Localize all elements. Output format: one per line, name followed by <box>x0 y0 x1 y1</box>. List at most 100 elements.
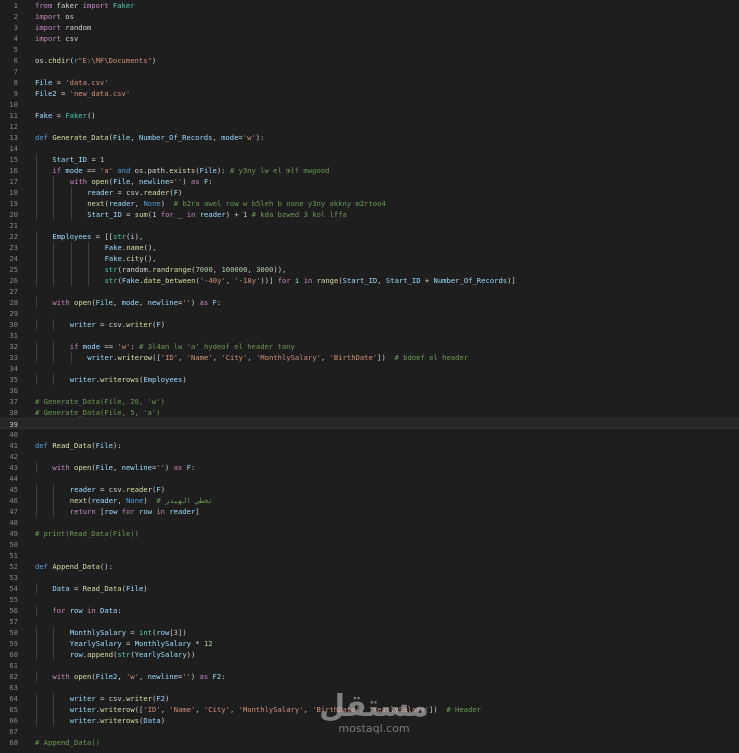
code-line[interactable]: 9 File2 = 'new_data.csv' <box>0 88 739 99</box>
code-line[interactable]: 36 <box>0 385 739 396</box>
code-text[interactable]: with open(File2, 'w', newline='') as F2: <box>52 671 225 682</box>
code-line[interactable]: 50 <box>0 539 739 550</box>
code-line[interactable]: 8 File = 'data.csv' <box>0 77 739 88</box>
code-text[interactable]: import os <box>35 11 74 22</box>
code-line[interactable]: 37 # Generate_Data(File, 20, 'w') <box>0 396 739 407</box>
code-text[interactable]: writer = csv.writer(F) <box>70 319 165 330</box>
code-line[interactable]: 43 with open(File, newline='') as F: <box>0 462 739 473</box>
code-line[interactable]: 2 import os <box>0 11 739 22</box>
code-text[interactable]: MonthlySalary = int(row[3]) <box>70 627 187 638</box>
code-line[interactable]: 51 <box>0 550 739 561</box>
code-text[interactable]: File = 'data.csv' <box>35 77 109 88</box>
code-text[interactable]: Start_ID = sum(1 for _ in reader) + 1 # … <box>87 209 347 220</box>
code-line[interactable]: 48 <box>0 517 739 528</box>
code-text[interactable]: Fake.city(), <box>105 253 157 264</box>
code-text[interactable]: with open(File, mode, newline='') as F: <box>52 297 221 308</box>
code-line[interactable]: 55 <box>0 594 739 605</box>
code-line[interactable]: 26 str(Fake.date_between('-40y', '-18y'))… <box>0 275 739 286</box>
code-line[interactable]: 11 Fake = Faker() <box>0 110 739 121</box>
code-line[interactable]: 33 writer.writerow(['ID', 'Name', 'City',… <box>0 352 739 363</box>
code-line[interactable]: 42 <box>0 451 739 462</box>
code-text[interactable]: Fake.name(), <box>105 242 157 253</box>
code-text[interactable]: # Append_Data() <box>35 737 100 748</box>
code-line[interactable]: 1 from faker import Faker <box>0 0 739 11</box>
code-line[interactable]: 49 # print(Read_Data(File)) <box>0 528 739 539</box>
code-line[interactable]: 17 with open(File, newline='') as F: <box>0 176 739 187</box>
code-line[interactable]: 27 <box>0 286 739 297</box>
code-line[interactable]: 47 return [row for row in reader] <box>0 506 739 517</box>
code-text[interactable]: Fake = Faker() <box>35 110 96 121</box>
code-text[interactable]: def Append_Data(): <box>35 561 113 572</box>
code-line[interactable]: 52 def Append_Data(): <box>0 561 739 572</box>
code-text[interactable]: str(random.randrange(7000, 100000, 3000)… <box>105 264 287 275</box>
code-text[interactable]: File2 = 'new_data.csv' <box>35 88 130 99</box>
code-line[interactable]: 40 <box>0 429 739 440</box>
code-text[interactable]: YearlySalary = MonthlySalary * 12 <box>70 638 213 649</box>
code-text[interactable]: writer.writerows(Data) <box>70 715 165 726</box>
code-line[interactable]: 31 <box>0 330 739 341</box>
code-line[interactable]: 68 # Append_Data() <box>0 737 739 748</box>
code-text[interactable]: from faker import Faker <box>35 0 135 11</box>
code-text[interactable]: next(reader, None) # b2ra awel row w b5l… <box>87 198 386 209</box>
code-line[interactable]: 19 next(reader, None) # b2ra awel row w b… <box>0 198 739 209</box>
code-line[interactable]: 32 if mode == 'w': # 3l4an lw 'a' hydeof … <box>0 341 739 352</box>
code-text[interactable]: def Generate_Data(File, Number_Of_Record… <box>35 132 264 143</box>
code-line[interactable]: 7 <box>0 66 739 77</box>
code-line[interactable]: 4 import csv <box>0 33 739 44</box>
code-line[interactable]: 56 for row in Data: <box>0 605 739 616</box>
code-text[interactable]: # Generate_Data(File, 5, 'a') <box>35 407 161 418</box>
code-line[interactable]: 53 <box>0 572 739 583</box>
code-line[interactable]: 6 os.chdir(r"E:\MF\Documents") <box>0 55 739 66</box>
code-text[interactable]: import random <box>35 22 91 33</box>
code-line[interactable]: 41 def Read_Data(File): <box>0 440 739 451</box>
code-line[interactable]: 23 Fake.name(), <box>0 242 739 253</box>
code-line[interactable]: 25 str(random.randrange(7000, 100000, 300… <box>0 264 739 275</box>
code-line[interactable]: 10 <box>0 99 739 110</box>
code-line[interactable]: 21 <box>0 220 739 231</box>
code-editor[interactable]: 1 from faker import Faker 2 import os 3 impor… <box>0 0 739 753</box>
code-text[interactable]: # print(Read_Data(File)) <box>35 528 139 539</box>
code-line[interactable]: 38 # Generate_Data(File, 5, 'a') <box>0 407 739 418</box>
code-line[interactable]: 20 Start_ID = sum(1 for _ in reader) + 1 … <box>0 209 739 220</box>
code-line[interactable]: 12 <box>0 121 739 132</box>
code-line[interactable]: 18 reader = csv.reader(F) <box>0 187 739 198</box>
code-line[interactable]: 62 with open(File2, 'w', newline='') as F… <box>0 671 739 682</box>
code-text[interactable]: def Read_Data(File): <box>35 440 122 451</box>
code-line[interactable]: 57 <box>0 616 739 627</box>
code-line[interactable]: 58 MonthlySalary = int(row[3]) <box>0 627 739 638</box>
code-line[interactable]: 44 <box>0 473 739 484</box>
code-text[interactable]: with open(File, newline='') as F: <box>70 176 213 187</box>
code-line[interactable]: 61 <box>0 660 739 671</box>
code-line[interactable]: 34 <box>0 363 739 374</box>
code-text[interactable]: for row in Data: <box>52 605 121 616</box>
code-line[interactable]: 30 writer = csv.writer(F) <box>0 319 739 330</box>
code-line[interactable]: 22 Employees = [[str(i), <box>0 231 739 242</box>
code-text[interactable]: row.append(str(YearlySalary)) <box>70 649 196 660</box>
code-text[interactable]: writer = csv.writer(F2) <box>70 693 170 704</box>
code-line[interactable]: 35 writer.writerows(Employees) <box>0 374 739 385</box>
code-text[interactable]: if mode == 'a' and os.path.exists(File):… <box>52 165 329 176</box>
code-line[interactable]: 3 import random <box>0 22 739 33</box>
code-line[interactable]: 45 reader = csv.reader(F) <box>0 484 739 495</box>
code-line[interactable]: 29 <box>0 308 739 319</box>
code-text[interactable]: writer.writerows(Employees) <box>70 374 187 385</box>
code-text[interactable]: str(Fake.date_between('-40y', '-18y'))] … <box>105 275 516 286</box>
code-line[interactable]: 14 <box>0 143 739 154</box>
code-text[interactable]: # Generate_Data(File, 20, 'w') <box>35 396 165 407</box>
code-line[interactable]: 15 Start_ID = 1 <box>0 154 739 165</box>
code-text[interactable]: Start_ID = 1 <box>52 154 104 165</box>
code-text[interactable]: Employees = [[str(i), <box>52 231 143 242</box>
code-text[interactable]: reader = csv.reader(F) <box>70 484 165 495</box>
code-line[interactable]: 39 <box>0 418 739 429</box>
code-text[interactable]: next(reader, None) # تخطي الهيدر <box>70 495 213 506</box>
code-line[interactable]: 5 <box>0 44 739 55</box>
code-text[interactable]: return [row for row in reader] <box>70 506 200 517</box>
code-line[interactable]: 24 Fake.city(), <box>0 253 739 264</box>
code-line[interactable]: 60 row.append(str(YearlySalary)) <box>0 649 739 660</box>
code-line[interactable]: 16 if mode == 'a' and os.path.exists(File… <box>0 165 739 176</box>
code-line[interactable]: 28 with open(File, mode, newline='') as F… <box>0 297 739 308</box>
code-line[interactable]: 54 Data = Read_Data(File) <box>0 583 739 594</box>
code-line[interactable]: 13 def Generate_Data(File, Number_Of_Reco… <box>0 132 739 143</box>
code-text[interactable]: if mode == 'w': # 3l4an lw 'a' hydeof el… <box>70 341 295 352</box>
code-text[interactable]: import csv <box>35 33 78 44</box>
